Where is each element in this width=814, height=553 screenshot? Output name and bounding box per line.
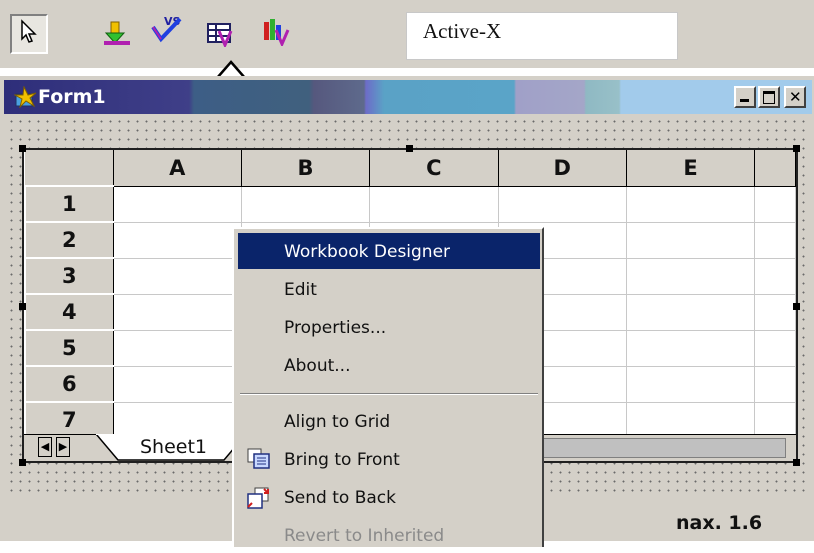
menu-item-label: Revert to Inherited [284, 526, 445, 546]
column-header-e[interactable]: E [626, 150, 756, 187]
cell[interactable] [754, 257, 796, 295]
column-header-c[interactable]: C [369, 150, 499, 187]
minimize-icon [740, 99, 749, 102]
cell[interactable] [754, 293, 796, 331]
cell[interactable] [754, 185, 796, 223]
pointer-tool-button[interactable] [10, 14, 48, 54]
bring-to-front-icon [246, 447, 272, 476]
menu-item-bring-to-front[interactable]: Bring to Front [238, 441, 540, 477]
cell[interactable] [754, 221, 796, 259]
bar-chart-component-icon [260, 16, 290, 51]
cell[interactable] [112, 221, 242, 259]
resize-handle-top[interactable] [406, 145, 413, 152]
arrow-pointer-icon [20, 18, 38, 50]
resize-handle-bottom-right[interactable] [793, 459, 800, 466]
cell[interactable] [112, 293, 242, 331]
resize-handle-right[interactable] [793, 303, 800, 310]
menu-item-label: Bring to Front [284, 450, 400, 470]
vs-checkmark-icon: VS [150, 13, 184, 50]
cell[interactable] [625, 329, 756, 367]
resize-handle-top-right[interactable] [793, 145, 800, 152]
menu-item-align-to-grid[interactable]: Align to Grid [238, 403, 540, 439]
workbook-component-button[interactable] [203, 18, 237, 52]
cell[interactable] [754, 401, 796, 439]
column-header-a[interactable]: A [113, 150, 242, 187]
maximize-button[interactable] [758, 86, 780, 108]
context-menu: Workbook Designer Edit Properties... Abo… [232, 227, 544, 547]
row-header-1[interactable]: 1 [24, 185, 114, 223]
menu-separator [240, 393, 538, 395]
cell[interactable] [754, 329, 796, 367]
cell[interactable] [625, 221, 756, 259]
menu-item-label: Properties... [284, 318, 387, 338]
row-header-5[interactable]: 5 [24, 329, 114, 367]
cell[interactable] [497, 185, 627, 223]
cell[interactable] [369, 185, 499, 223]
cell[interactable] [112, 401, 242, 439]
cell[interactable] [625, 185, 756, 223]
minimize-button[interactable] [734, 86, 756, 108]
menu-item-label: About... [284, 356, 351, 376]
vs-check-button[interactable]: VS [150, 14, 184, 48]
row-header-4[interactable]: 4 [24, 293, 114, 331]
menu-item-edit[interactable]: Edit [238, 271, 540, 307]
workbook-component-icon [205, 19, 235, 52]
menu-item-label: Workbook Designer [284, 242, 451, 262]
chart-component-button[interactable] [258, 16, 292, 50]
close-icon: ✕ [789, 88, 802, 106]
menu-item-workbook-designer[interactable]: Workbook Designer [238, 233, 540, 269]
cell[interactable] [625, 293, 756, 331]
close-button[interactable]: ✕ [784, 86, 806, 108]
menu-item-label: Send to Back [284, 488, 396, 508]
column-header-b[interactable]: B [241, 150, 371, 187]
corner-cell[interactable] [25, 150, 114, 187]
cell[interactable] [112, 329, 242, 367]
menu-item-revert-to-inherited[interactable]: Revert to Inherited [238, 517, 540, 553]
activex-label: Active-X [423, 19, 502, 43]
component-1-button[interactable] [100, 18, 134, 52]
menu-item-send-to-back[interactable]: Send to Back [238, 479, 540, 515]
cell[interactable] [625, 365, 756, 403]
form-title-bar[interactable]: Form1 ✕ [4, 80, 812, 114]
figure-caption: nax. 1.6 [676, 512, 763, 534]
cell[interactable] [112, 257, 242, 295]
sheet-tab-label: Sheet1 [140, 436, 208, 458]
column-header-d[interactable]: D [498, 150, 627, 187]
triangle-right-icon: ▶ [58, 441, 68, 453]
activex-label-box: Active-X [406, 12, 678, 60]
resize-handle-bottom-left[interactable] [19, 459, 26, 466]
column-header-row: A B C D E [25, 150, 796, 187]
cell[interactable] [625, 257, 756, 295]
table-row: 1 [24, 185, 796, 223]
row-header-3[interactable]: 3 [24, 257, 114, 295]
row-header-6[interactable]: 6 [24, 365, 114, 403]
column-header-f[interactable] [754, 150, 796, 187]
form-icon [13, 85, 38, 113]
resize-handle-left[interactable] [19, 303, 26, 310]
maximize-icon [763, 91, 775, 104]
menu-item-about[interactable]: About... [238, 347, 540, 383]
scroll-tabs-right-button[interactable]: ▶ [56, 437, 70, 457]
cell[interactable] [754, 365, 796, 403]
cell[interactable] [112, 185, 242, 223]
menu-item-properties[interactable]: Properties... [238, 309, 540, 345]
sheet-tab-sheet1[interactable]: Sheet1 [96, 434, 248, 461]
row-header-2[interactable]: 2 [24, 221, 114, 259]
form-title: Form1 [38, 86, 106, 108]
component-toolbar: VS Active-X [0, 0, 814, 68]
cell[interactable] [625, 401, 756, 439]
cell[interactable] [240, 185, 371, 223]
menu-item-label: Align to Grid [284, 412, 391, 432]
triangle-left-icon: ◀ [40, 441, 50, 453]
cell[interactable] [112, 365, 242, 403]
send-to-back-icon [246, 485, 272, 516]
scroll-tabs-left-button[interactable]: ◀ [38, 437, 52, 457]
resize-handle-top-left[interactable] [19, 145, 26, 152]
menu-item-label: Edit [284, 280, 317, 300]
row-header-7[interactable]: 7 [24, 401, 114, 439]
yellow-green-component-icon [102, 19, 132, 52]
